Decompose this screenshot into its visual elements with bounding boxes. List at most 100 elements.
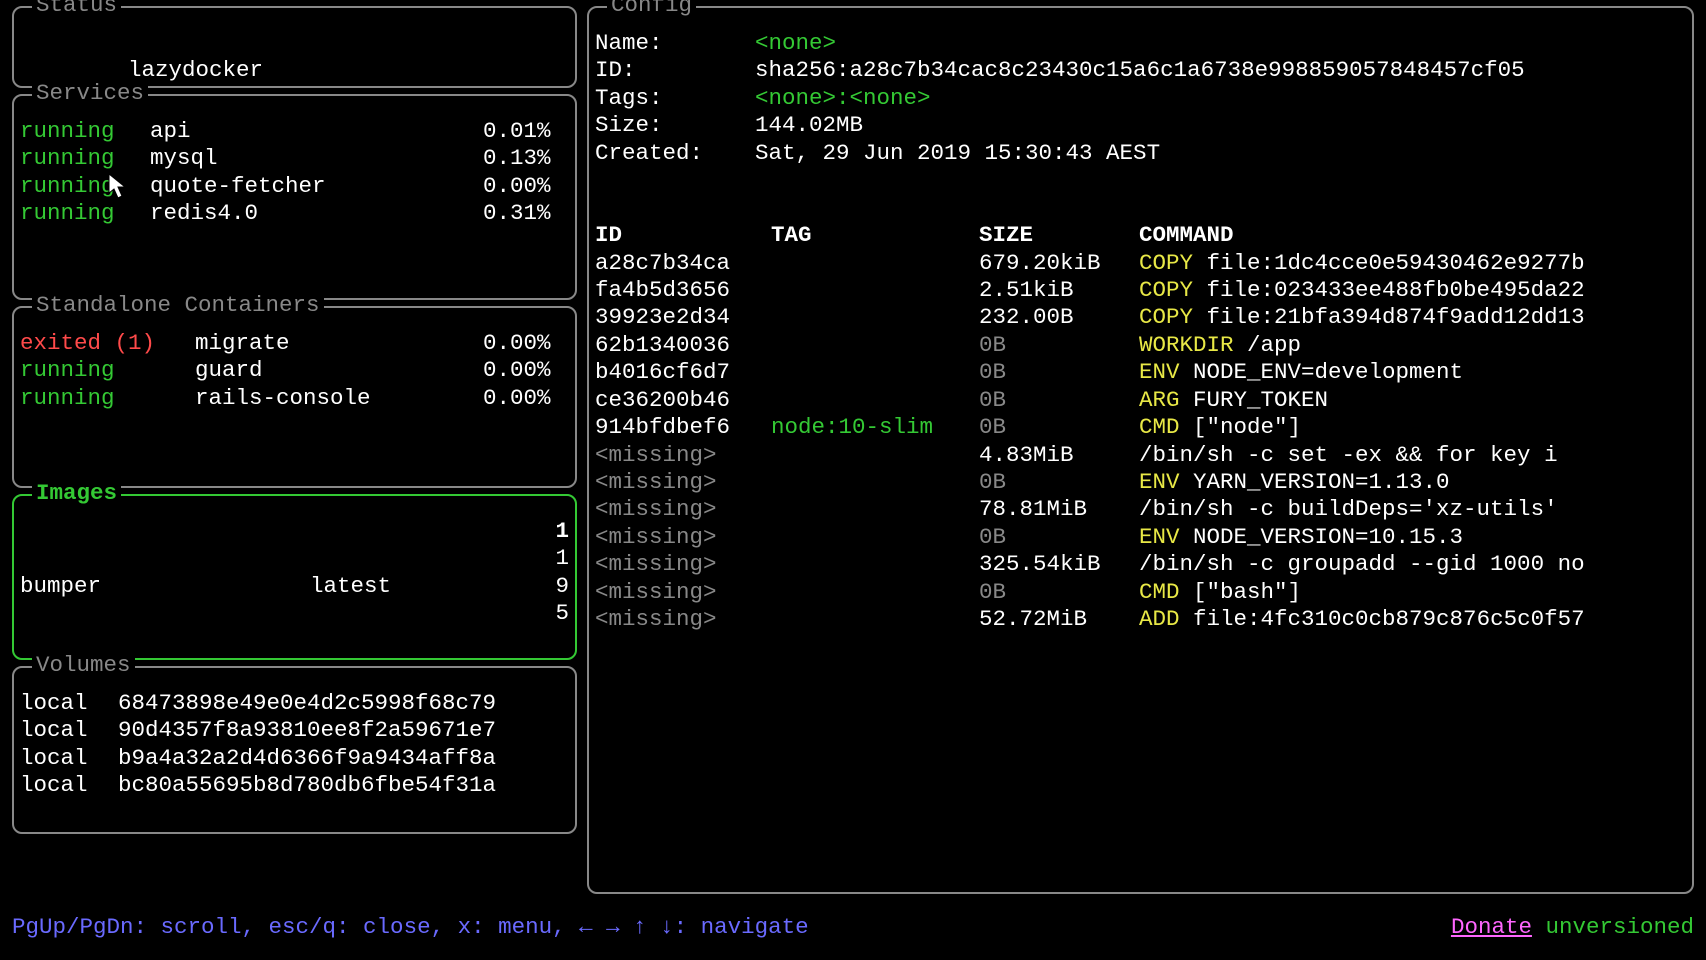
image-tag	[310, 518, 539, 545]
service-row[interactable]: runningquote-fetcher0.00%	[20, 173, 569, 200]
layer-row[interactable]: a28c7b34ca679.20kiBCOPY file:1dc4cce0e59…	[595, 250, 1686, 277]
service-status: running	[20, 145, 150, 172]
volume-name: 90d4357f8a93810ee8f2a59671e7	[118, 717, 569, 744]
layer-size: 0B	[979, 359, 1139, 386]
layer-size: 325.54kiB	[979, 551, 1139, 578]
container-cpu: 0.00%	[483, 385, 569, 412]
container-status: running	[20, 357, 195, 384]
layer-row[interactable]: 914bfdbef6node:10-slim0BCMD ["node"]	[595, 414, 1686, 441]
layer-row[interactable]: <missing> 325.54kiB/bin/sh -c groupadd --…	[595, 551, 1686, 578]
layer-id: 914bfdbef6	[595, 414, 771, 441]
volume-row[interactable]: local90d4357f8a93810ee8f2a59671e7	[20, 717, 569, 744]
volume-name: bc80a55695b8d780db6fbe54f31a	[118, 772, 569, 799]
volumes-panel[interactable]: Volumes local68473898e49e0e4d2c5998f68c7…	[12, 666, 577, 834]
layer-size: 232.00B	[979, 304, 1139, 331]
layer-tag	[771, 442, 979, 469]
cfg-id-value: sha256:a28c7b34cac8c23430c15a6c1a6738e99…	[755, 57, 1525, 83]
config-panel[interactable]: Config Name:<none>ID:sha256:a28c7b34cac8…	[587, 6, 1694, 894]
volume-row[interactable]: local68473898e49e0e4d2c5998f68c79	[20, 690, 569, 717]
layer-id: a28c7b34ca	[595, 250, 771, 277]
service-cpu: 0.00%	[483, 173, 569, 200]
layer-command: /bin/sh -c set -ex && for key i	[1139, 442, 1686, 469]
layer-row[interactable]: <missing> 0BCMD ["bash"]	[595, 579, 1686, 606]
image-tag: latest	[310, 573, 539, 600]
layer-command: CMD ["bash"]	[1139, 579, 1686, 606]
services-title: Services	[32, 80, 148, 107]
layer-command: ENV NODE_ENV=development	[1139, 359, 1686, 386]
service-row[interactable]: runningredis4.00.31%	[20, 200, 569, 227]
layer-row[interactable]: <missing>0BENV YARN_VERSION=1.13.0	[595, 469, 1686, 496]
cfg-name-value: <none>	[755, 30, 836, 56]
layer-row[interactable]: ce36200b460BARG FURY_TOKEN	[595, 387, 1686, 414]
layer-command: ENV NODE_VERSION=10.15.3	[1139, 524, 1686, 551]
layer-size: 0B	[979, 524, 1139, 551]
version-label: unversioned	[1545, 914, 1694, 940]
image-row[interactable]: 1	[20, 518, 569, 545]
layer-size: 0B	[979, 579, 1139, 606]
layer-command: COPY file:21bfa394d874f9add12dd13	[1139, 304, 1686, 331]
layer-id: <missing>	[595, 579, 771, 606]
layer-command: /bin/sh -c groupadd --gid 1000 no	[1139, 551, 1686, 578]
services-panel[interactable]: Services runningapi0.01%runningmysql0.13…	[12, 94, 577, 300]
container-row[interactable]: runningrails-console0.00%	[20, 385, 569, 412]
config-title: Config	[607, 0, 696, 20]
layer-command: ADD file:4fc310c0cb879c876c5c0f57	[1139, 606, 1686, 633]
layer-row[interactable]: 62b13400360BWORKDIR /app	[595, 332, 1686, 359]
layer-row[interactable]: b4016cf6d70BENV NODE_ENV=development	[595, 359, 1686, 386]
image-row[interactable]: 5	[20, 600, 569, 627]
layer-row[interactable]: <missing> 0BENV NODE_VERSION=10.15.3	[595, 524, 1686, 551]
layer-id: <missing>	[595, 606, 771, 633]
standalone-title: Standalone Containers	[32, 292, 324, 319]
images-panel[interactable]: Images 11bumperlatest95	[12, 494, 577, 660]
container-status: exited (1)	[20, 330, 195, 357]
service-row[interactable]: runningapi0.01%	[20, 118, 569, 145]
status-panel[interactable]: Status lazydocker	[12, 6, 577, 88]
volume-driver: local	[20, 745, 118, 772]
container-name: guard	[195, 357, 483, 384]
volume-row[interactable]: localbc80a55695b8d780db6fbe54f31a	[20, 772, 569, 799]
layer-id: 62b1340036	[595, 332, 771, 359]
image-row[interactable]: bumperlatest9	[20, 573, 569, 600]
service-row[interactable]: runningmysql0.13%	[20, 145, 569, 172]
layer-row[interactable]: <missing>52.72MiBADD file:4fc310c0cb879c…	[595, 606, 1686, 633]
layer-id: ce36200b46	[595, 387, 771, 414]
layer-size: 0B	[979, 414, 1139, 441]
layer-command: COPY file:023433ee488fb0be495da22	[1139, 277, 1686, 304]
app-name: lazydocker	[128, 57, 263, 83]
container-row[interactable]: runningguard0.00%	[20, 357, 569, 384]
layer-tag	[771, 332, 979, 359]
image-name	[20, 518, 310, 545]
container-row[interactable]: exited (1)migrate0.00%	[20, 330, 569, 357]
service-cpu: 0.13%	[483, 145, 569, 172]
layer-header-command: COMMAND	[1139, 222, 1686, 249]
donate-link[interactable]: Donate	[1451, 914, 1532, 940]
layer-command: ENV YARN_VERSION=1.13.0	[1139, 469, 1686, 496]
layer-row[interactable]: fa4b5d36562.51kiBCOPY file:023433ee488fb…	[595, 277, 1686, 304]
service-name: redis4.0	[150, 200, 483, 227]
layer-id: <missing>	[595, 551, 771, 578]
layer-id: <missing>	[595, 524, 771, 551]
layer-row[interactable]: 39923e2d34 232.00BCOPY file:21bfa394d874f…	[595, 304, 1686, 331]
layer-id: <missing>	[595, 496, 771, 523]
image-row[interactable]: 1	[20, 545, 569, 572]
layer-header-tag: TAG	[771, 222, 979, 249]
container-name: rails-console	[195, 385, 483, 412]
layer-id: <missing>	[595, 469, 771, 496]
layer-row[interactable]: <missing>78.81MiB/bin/sh -c buildDeps='x…	[595, 496, 1686, 523]
volume-driver: local	[20, 717, 118, 744]
volume-name: b9a4a32a2d4d6366f9a9434aff8a	[118, 745, 569, 772]
standalone-containers-panel[interactable]: Standalone Containers exited (1)migrate0…	[12, 306, 577, 488]
layer-size: 679.20kiB	[979, 250, 1139, 277]
layer-header-size: SIZE	[979, 222, 1139, 249]
service-name: mysql	[150, 145, 483, 172]
layer-row[interactable]: <missing>4.83MiB/bin/sh -c set -ex && fo…	[595, 442, 1686, 469]
layer-tag	[771, 304, 979, 331]
layer-tag	[771, 551, 979, 578]
layer-id: 39923e2d34	[595, 304, 771, 331]
volume-row[interactable]: localb9a4a32a2d4d6366f9a9434aff8a	[20, 745, 569, 772]
layer-size: 0B	[979, 332, 1139, 359]
layer-tag	[771, 387, 979, 414]
cfg-tags-value: <none>:<none>	[755, 85, 931, 111]
service-status: running	[20, 173, 150, 200]
layer-command: CMD ["node"]	[1139, 414, 1686, 441]
